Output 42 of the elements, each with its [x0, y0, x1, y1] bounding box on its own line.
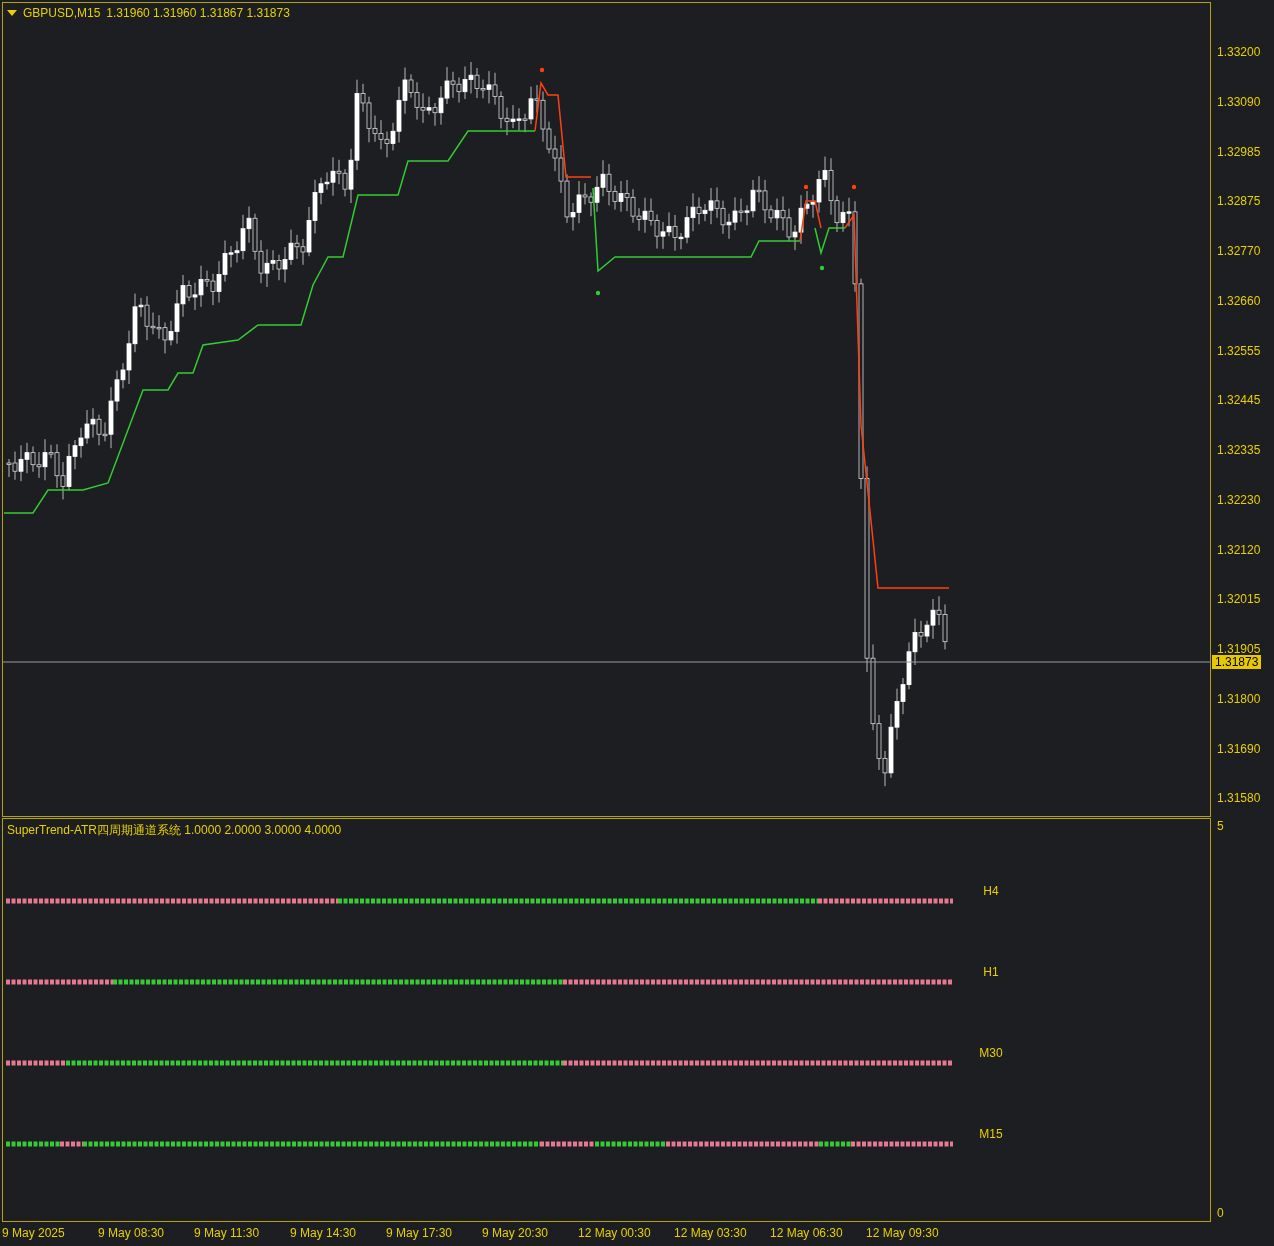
signal-dot — [851, 184, 857, 190]
quote-values: 1.31960 1.31960 1.31867 1.31873 — [106, 5, 290, 21]
timeframe-label: H1 — [982, 964, 1000, 980]
price-label: 1.32985 — [1217, 144, 1261, 159]
current-price-label: 1.31873 — [1212, 655, 1262, 669]
price-label: 1.31580 — [1217, 791, 1261, 806]
price-label: 1.32875 — [1217, 194, 1261, 209]
time-label: 9 May 14:30 — [290, 1225, 358, 1242]
signal-dot — [803, 184, 809, 190]
indicator-title: SuperTrend-ATR四周期通道系统 1.0000 2.0000 3.0000 4.0000 — [7, 822, 343, 839]
timeframe-label: M15 — [978, 1126, 1004, 1142]
time-label: 9 May 11:30 — [194, 1225, 261, 1242]
price-label: 1.33090 — [1217, 94, 1261, 109]
time-label: 9 May 2025 — [2, 1225, 66, 1242]
signal-dot — [595, 290, 601, 296]
symbol-timeframe: GBPUSD,M15 — [23, 5, 101, 21]
time-label: 9 May 08:30 — [98, 1225, 166, 1242]
price-label: 1.32660 — [1217, 293, 1261, 308]
time-label: 12 May 06:30 — [770, 1225, 844, 1242]
time-label: 12 May 09:30 — [866, 1225, 940, 1242]
price-label: 1.32770 — [1217, 244, 1261, 258]
time-label: 9 May 17:30 — [386, 1225, 454, 1242]
price-label: 1.32555 — [1217, 343, 1261, 358]
price-label: 1.32120 — [1217, 542, 1261, 557]
price-label: 1.33200 — [1217, 45, 1261, 59]
price-label: 1.32335 — [1217, 443, 1261, 457]
time-label: 12 May 00:30 — [578, 1225, 652, 1242]
time-label: 9 May 20:30 — [482, 1225, 550, 1242]
dropdown-triangle-icon[interactable] — [7, 10, 17, 16]
timeframe-label: M30 — [978, 1045, 1004, 1061]
price-label: 1.32015 — [1217, 592, 1261, 607]
price-label: 1.31800 — [1217, 691, 1261, 706]
price-label: 1.32445 — [1217, 393, 1261, 408]
axis-label: 0 — [1217, 1205, 1225, 1222]
price-label: 1.31905 — [1217, 642, 1261, 656]
signal-dot — [539, 67, 545, 73]
timeframe-label: H4 — [982, 883, 1000, 899]
price-label: 1.32230 — [1217, 492, 1261, 507]
price-label: 1.31690 — [1217, 741, 1261, 756]
axis-label: 5 — [1217, 818, 1225, 835]
signal-dot — [819, 265, 825, 271]
time-label: 12 May 03:30 — [674, 1225, 748, 1242]
